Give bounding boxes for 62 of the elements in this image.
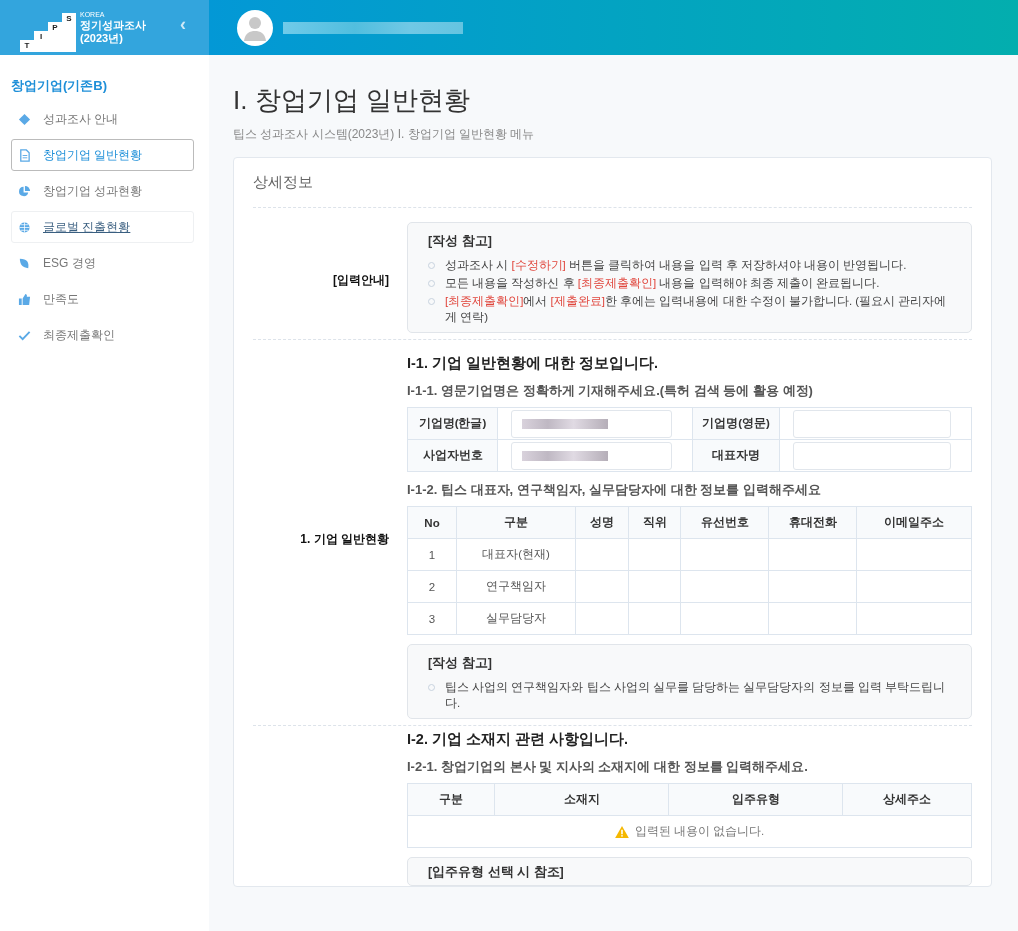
field-label: 기업명(영문) <box>692 407 780 440</box>
sidebar-item[interactable]: 창업기업 성과현황 <box>11 175 194 207</box>
note-title: [입주유형 선택 시 참조] <box>428 864 565 881</box>
column-header: 구분 <box>456 506 576 539</box>
table-cell: 2 <box>407 570 457 603</box>
column-header: 직위 <box>628 506 681 539</box>
field-label: 기업명(한글) <box>407 407 498 440</box>
leaf-icon <box>18 256 31 270</box>
pie-chart-icon <box>18 184 31 198</box>
table-cell: 1 <box>407 538 457 571</box>
breadcrumb: 팁스 성과조사 시스템(2023년) I. 창업기업 일반현황 메뉴 <box>233 126 536 143</box>
diamond-icon <box>18 112 31 126</box>
table-cell: 3 <box>407 602 457 635</box>
warning-icon <box>614 825 629 838</box>
subsection-heading: I-1-2. 팁스 대표자, 연구책임자, 실무담당자에 대한 정보를 입력해주세요 <box>407 481 822 499</box>
field-label: 대표자명 <box>692 439 780 472</box>
note-title: [작성 참고] <box>428 233 493 250</box>
column-header: 입주유형 <box>668 783 843 816</box>
field-label: 사업자번호 <box>407 439 498 472</box>
subsection-heading: I-2-1. 창업기업의 본사 및 지사의 소재지에 대한 정보를 입력해주세요. <box>407 758 809 776</box>
globe-icon <box>18 220 31 234</box>
section-heading: I-1. 기업 일반현황에 대한 정보입니다. <box>407 354 660 373</box>
thumbs-up-icon <box>18 292 31 306</box>
table-cell: 실무담당자 <box>456 602 576 635</box>
column-header: 상세주소 <box>842 783 972 816</box>
sidebar-item[interactable]: 성과조사 안내 <box>11 103 194 135</box>
input-field[interactable] <box>511 409 672 438</box>
note-text: [최종제출확인]에서 [제출완료]한 후에는 입력내용에 대한 수정이 불가합니다. (필요시 관리자에게 연락) <box>445 294 948 325</box>
subsection-heading: I-1-1. 영문기업명은 정확하게 기재해주세요.(특허 검색 등에 활용 예정) <box>407 382 814 400</box>
column-header: 구분 <box>407 783 495 816</box>
column-header: 소재지 <box>494 783 669 816</box>
sidebar-group-title: 창업기업(기존B) <box>11 77 109 95</box>
app-year: (2023년) <box>80 32 124 45</box>
note-title: [작성 참고] <box>428 655 493 672</box>
table-cell: 대표자(현재) <box>456 538 576 571</box>
row-label: [입력안내] <box>333 272 389 289</box>
column-header: 이메일주소 <box>856 506 972 539</box>
stairs-logo-drawing: T I P S <box>20 3 76 52</box>
page-title: I. 창업기업 일반현황 <box>233 84 471 117</box>
input-field[interactable] <box>793 409 951 438</box>
input-field[interactable] <box>793 441 951 470</box>
app-title: 정기성과조사 <box>80 19 146 32</box>
column-header: 휴대전화 <box>768 506 857 539</box>
sidebar-item[interactable]: 만족도 <box>11 283 194 315</box>
card-title: 상세정보 <box>253 158 972 208</box>
document-icon <box>18 148 31 162</box>
row-label: 1. 기업 일반현황 <box>300 531 389 548</box>
empty-message: 입력된 내용이 없습니다. <box>634 825 765 837</box>
sidebar-item[interactable]: 창업기업 일반현황 <box>11 139 194 171</box>
column-header: No <box>407 506 457 539</box>
note-text: 팁스 사업의 연구책임자와 팁스 사업의 실무를 담당하는 실무담당자의 정보를 입력 부탁드립니다. <box>445 680 946 711</box>
avatar-icon[interactable] <box>237 9 273 46</box>
note-text: 성과조사 시 [수정하기] 버튼을 클릭하여 내용을 입력 후 저장하셔야 내용이 반영됩니다. <box>445 258 907 273</box>
section-heading: I-2. 기업 소재지 관련 사항입니다. <box>407 730 630 749</box>
input-field[interactable] <box>511 441 672 470</box>
sidebar-item[interactable]: ESG 경영 <box>11 247 194 279</box>
sidebar-item[interactable]: 글로벌 진출현황 <box>11 211 194 243</box>
column-header: 유선번호 <box>680 506 769 539</box>
note-text: 모든 내용을 작성하신 후 [최종제출확인] 내용을 입력해야 최종 제출이 완료됩니다. <box>445 276 880 291</box>
column-header: 성명 <box>575 506 629 539</box>
table-cell: 연구책임자 <box>456 570 576 603</box>
sidebar-item[interactable]: 최종제출확인 <box>11 319 194 351</box>
